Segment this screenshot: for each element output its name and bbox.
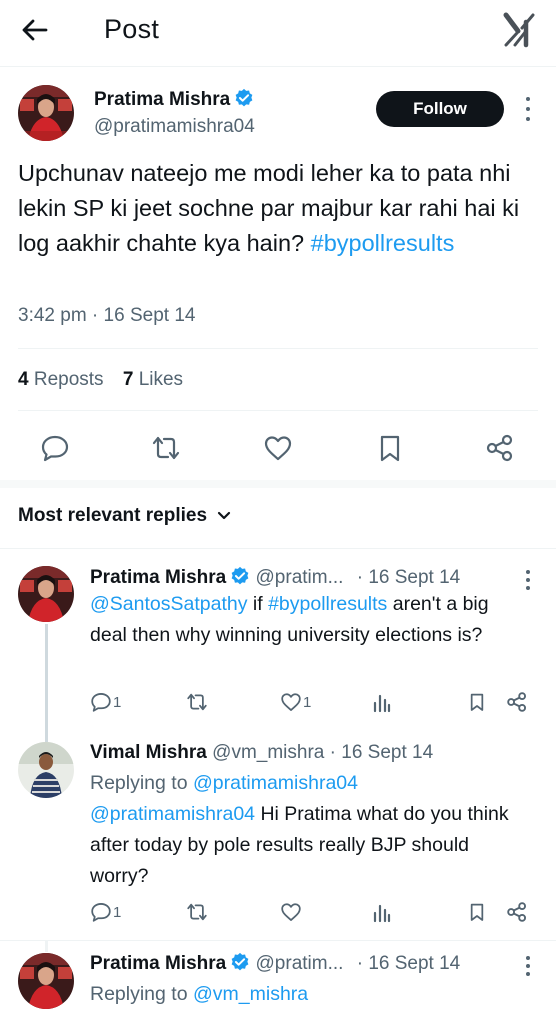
reply-date[interactable]: · 16 Sept 14: [357, 567, 461, 588]
likes-count[interactable]: 7: [123, 369, 134, 390]
top-bar: Post: [0, 0, 556, 64]
reply-date[interactable]: · 16 Sept 14: [357, 953, 461, 974]
verified-badge-icon: [235, 88, 253, 107]
repost-icon[interactable]: [150, 433, 180, 463]
more-options-icon[interactable]: [522, 97, 534, 121]
more-options-icon[interactable]: [522, 956, 534, 976]
thread-line: [45, 624, 48, 742]
reply-icon: [91, 693, 111, 712]
avatar[interactable]: [18, 85, 74, 141]
hashtag-link[interactable]: #bypollresults: [268, 593, 387, 615]
reply-author-name[interactable]: Pratima Mishra: [90, 953, 226, 974]
reply-date[interactable]: · 16 Sept 14: [330, 742, 434, 763]
bookmark-icon[interactable]: [375, 433, 405, 463]
avatar[interactable]: [18, 742, 74, 798]
follow-button[interactable]: Follow: [376, 91, 504, 127]
verified-badge-icon: [231, 952, 249, 971]
verified-badge-icon: [231, 566, 249, 585]
mention-link[interactable]: @pratimamishra04: [90, 803, 255, 825]
share-button[interactable]: [506, 691, 528, 713]
avatar[interactable]: [18, 953, 74, 1009]
replying-to-link[interactable]: @pratimamishra04: [193, 772, 358, 794]
like-icon: [281, 693, 301, 711]
tweet-timestamp[interactable]: 3:42 pm · 16 Sept 14: [18, 305, 195, 327]
reply-author-name[interactable]: Vimal Mishra: [90, 742, 207, 763]
author-name[interactable]: Pratima Mishra: [94, 88, 254, 111]
bookmark-icon: [470, 693, 484, 711]
back-button[interactable]: [20, 14, 60, 46]
chevron-down-icon: [217, 511, 231, 520]
reply-text-part: if: [247, 593, 269, 615]
divider: [0, 548, 556, 549]
divider: [18, 348, 538, 349]
reply-handle[interactable]: @pratim...: [256, 953, 344, 974]
reposts-label[interactable]: Reposts: [34, 369, 104, 390]
share-button[interactable]: [506, 901, 528, 923]
reposts-count[interactable]: 4: [18, 369, 29, 390]
bookmark-button[interactable]: [467, 901, 487, 923]
author-name-text: Pratima Mishra: [94, 89, 231, 110]
tweet-stats: 4 Reposts 7 Likes: [18, 369, 183, 391]
replying-to: Replying to @vm_mishra: [90, 979, 530, 1010]
replies-sort-dropdown[interactable]: Most relevant replies: [18, 505, 231, 527]
reply-header: Pratima Mishra @pratim... · 16 Sept 14: [90, 952, 460, 975]
views-button[interactable]: [372, 691, 392, 713]
author-handle[interactable]: @pratimamishra04: [94, 116, 255, 138]
reply-button[interactable]: 1: [90, 901, 121, 923]
reply-count: 1: [113, 693, 122, 711]
replying-to-link[interactable]: @vm_mishra: [193, 983, 308, 1005]
x-logo-icon[interactable]: [500, 12, 540, 48]
bookmark-button[interactable]: [467, 691, 487, 713]
more-options-icon[interactable]: [522, 570, 534, 590]
likes-label[interactable]: Likes: [139, 369, 183, 390]
tweet-text: Upchunav nateejo me modi leher ka to pat…: [18, 156, 543, 261]
hashtag-link[interactable]: #bypollresults: [311, 230, 455, 256]
like-icon: [281, 903, 301, 921]
replying-to: Replying to @pratimamishra04: [90, 768, 530, 799]
reply-author-name[interactable]: Pratima Mishra: [90, 567, 226, 588]
replies-sort-label: Most relevant replies: [18, 505, 208, 526]
reply-count: 1: [113, 903, 122, 921]
reply-icon: [91, 903, 111, 922]
reply-handle[interactable]: @pratim...: [256, 567, 344, 588]
divider: [0, 66, 556, 67]
share-icon[interactable]: [485, 433, 515, 463]
share-icon: [507, 692, 527, 712]
views-icon: [373, 694, 391, 713]
section-separator: [0, 480, 556, 488]
reply-header: Pratima Mishra @pratim... · 16 Sept 14: [90, 566, 460, 589]
replying-to-label: Replying to: [90, 983, 188, 1005]
reply-header: Vimal Mishra @vm_mishra · 16 Sept 14: [90, 742, 433, 764]
page-title: Post: [104, 14, 160, 44]
reply-button[interactable]: 1: [90, 691, 121, 713]
reply-icon[interactable]: [40, 433, 70, 463]
like-button[interactable]: [280, 901, 302, 923]
like-button[interactable]: 1: [280, 691, 311, 713]
reply-handle[interactable]: @vm_mishra: [212, 742, 324, 763]
views-button[interactable]: [372, 901, 392, 923]
thread-line: [45, 940, 48, 952]
divider: [0, 940, 556, 941]
avatar[interactable]: [18, 566, 74, 622]
like-count: 1: [303, 693, 312, 711]
mention-link[interactable]: @SantosSatpathy: [90, 593, 247, 615]
bookmark-icon: [470, 903, 484, 921]
repost-button[interactable]: [185, 901, 209, 923]
repost-icon: [187, 903, 207, 921]
arrow-left-icon: [22, 19, 48, 41]
divider: [18, 410, 538, 411]
reply-text: @SantosSatpathy if #bypollresults aren't…: [90, 589, 530, 651]
reply-text: @pratimamishra04 Hi Pratima what do you …: [90, 799, 530, 892]
like-icon[interactable]: [263, 433, 293, 463]
replying-to-label: Replying to: [90, 772, 188, 794]
repost-button[interactable]: [185, 691, 209, 713]
share-icon: [507, 902, 527, 922]
views-icon: [373, 904, 391, 923]
repost-icon: [187, 693, 207, 711]
